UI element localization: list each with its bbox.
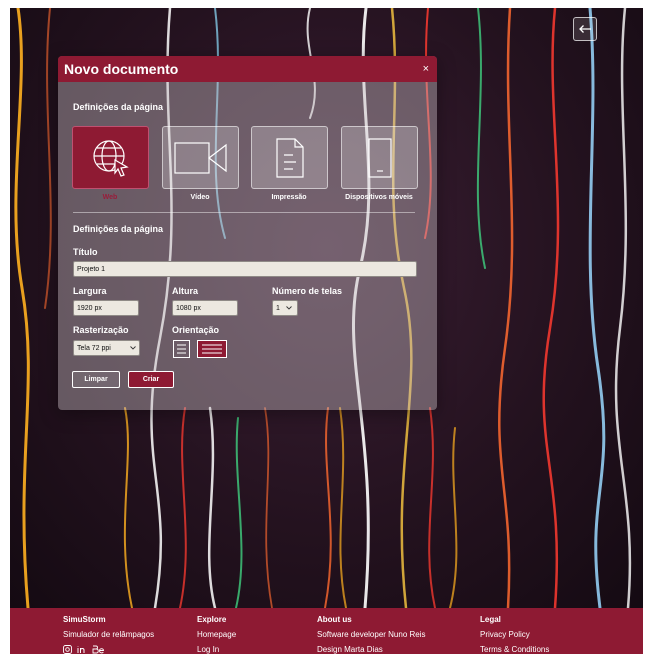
chevron-down-icon (286, 306, 292, 310)
back-button[interactable] (573, 17, 597, 41)
height-input[interactable] (172, 300, 238, 316)
footer-col-explore: Explore Homepage Log In (197, 615, 236, 654)
social-links (63, 645, 154, 654)
rasterization-select[interactable]: Tela 72 ppi (73, 340, 140, 356)
footer-col-simustorm: SimuStorm Simulador de relâmpagos (63, 615, 154, 654)
doc-type-video-label: Vídeo (190, 194, 210, 201)
title-label: Título (73, 247, 98, 257)
arrow-left-icon (579, 25, 591, 33)
footer-heading: Legal (480, 615, 501, 624)
linkedin-icon[interactable] (77, 645, 87, 654)
footer-link-homepage[interactable]: Homepage (197, 630, 236, 639)
page-settings-heading-2: Definições da página (73, 224, 164, 234)
chevron-down-icon (130, 346, 136, 350)
screens-select[interactable]: 1 (272, 300, 298, 316)
footer-heading: Explore (197, 615, 227, 624)
doc-type-mobile[interactable] (341, 126, 418, 189)
new-document-dialog: Novo documento × Definições da página We… (58, 56, 437, 410)
footer-link-design[interactable]: Design Marta Dias (317, 645, 426, 654)
mobile-device-icon (367, 137, 392, 178)
close-icon[interactable]: × (423, 63, 429, 75)
dialog-header: Novo documento × (58, 56, 437, 82)
width-label: Largura (73, 286, 107, 296)
footer-link-terms[interactable]: Terms & Conditions (480, 645, 549, 654)
screens-value: 1 (276, 304, 280, 312)
footer-col-legal: Legal Privacy Policy Terms & Conditions (480, 615, 549, 654)
footer-heading: SimuStorm (63, 615, 106, 624)
footer-col-about: About us Software developer Nuno Reis De… (317, 615, 426, 654)
orientation-portrait-button[interactable] (173, 340, 190, 358)
rasterization-label: Rasterização (73, 325, 129, 335)
create-button[interactable]: Criar (128, 371, 174, 388)
footer-link-privacy[interactable]: Privacy Policy (480, 630, 549, 639)
section-divider (73, 212, 415, 213)
orientation-label: Orientação (172, 325, 220, 335)
landscape-lines-icon (202, 344, 222, 354)
doc-type-web[interactable] (72, 126, 149, 189)
width-input[interactable] (73, 300, 139, 316)
doc-type-web-label: Web (102, 194, 118, 201)
clear-button[interactable]: Limpar (72, 371, 120, 388)
doc-type-mobile-label: Dispositivos móveis (345, 194, 413, 201)
screens-label: Número de telas (272, 286, 343, 296)
footer-link-developer[interactable]: Software developer Nuno Reis (317, 630, 426, 639)
web-cursor-icon (92, 139, 129, 177)
footer: SimuStorm Simulador de relâmpagos Explor… (10, 608, 643, 654)
video-camera-icon (173, 141, 227, 174)
page-settings-heading: Definições da página (73, 102, 164, 112)
doc-type-video[interactable] (162, 126, 239, 189)
footer-link[interactable]: Simulador de relâmpagos (63, 630, 154, 639)
document-icon (275, 137, 304, 178)
footer-heading: About us (317, 615, 352, 624)
doc-type-print[interactable] (251, 126, 328, 189)
behance-icon[interactable] (92, 645, 104, 654)
instagram-icon[interactable] (63, 645, 72, 654)
rasterization-value: Tela 72 ppi (77, 344, 111, 352)
doc-type-print-label: Impressão (271, 194, 307, 201)
footer-link-login[interactable]: Log In (197, 645, 236, 654)
dialog-title: Novo documento (64, 61, 179, 77)
orientation-landscape-button[interactable] (197, 340, 227, 358)
height-label: Altura (172, 286, 199, 296)
title-input[interactable] (73, 261, 417, 277)
portrait-lines-icon (177, 344, 186, 354)
